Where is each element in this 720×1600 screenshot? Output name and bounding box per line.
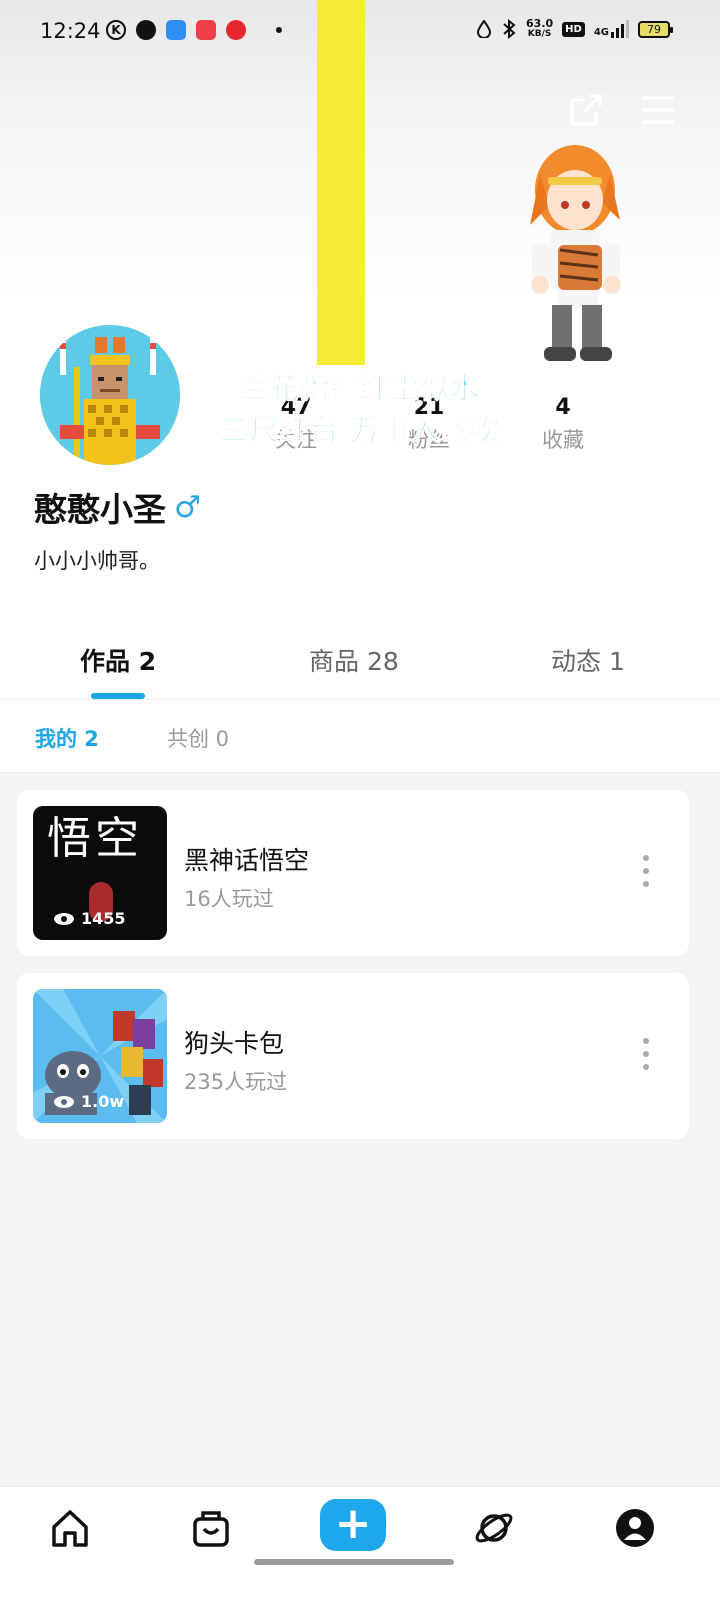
work-title: 黑神话悟空 (184, 846, 310, 875)
eye-icon (54, 912, 74, 925)
home-indicator (254, 1559, 454, 1565)
view-count-value: 1.0w (81, 1092, 125, 1111)
wechat-icon (136, 20, 156, 40)
shop-bag-icon[interactable] (190, 1507, 232, 1549)
tab-posts[interactable]: 动态 1 (551, 642, 625, 678)
hd-badge: HD (562, 21, 585, 37)
view-count: 1455 (53, 909, 126, 928)
view-count-value: 1455 (81, 909, 126, 928)
network-speed-value: 63.0 (526, 17, 554, 30)
thumbnail-calligraphy: 悟空 (47, 813, 143, 864)
stat-favorites-label: 收藏 (542, 428, 584, 452)
work-play-count: 235人玩过 (184, 1070, 288, 1094)
notification-icons: K (106, 20, 282, 40)
status-bar: 12:24 K 63.0 KB/S HD 4G 79 (0, 0, 720, 64)
battery-icon: 79 (638, 20, 673, 38)
video-app-icon (226, 20, 246, 40)
more-notifications-dot (276, 27, 282, 33)
app-notification-icon (166, 20, 186, 40)
game-app-icon (196, 20, 216, 40)
male-gender-icon: ♂ (174, 489, 201, 525)
works-subtabs: 我的 2 共创 0 (0, 701, 720, 773)
eye-icon (54, 1095, 74, 1108)
stat-favorites[interactable]: 4 收藏 (513, 395, 613, 454)
home-icon[interactable] (49, 1507, 91, 1549)
work-thumbnail[interactable]: 1.0w (33, 989, 167, 1123)
stat-favorites-count: 4 (555, 395, 571, 420)
share-icon[interactable] (566, 90, 606, 130)
overlay-lyric-line-2: 三尺红台 万事入歌吹 (219, 413, 501, 448)
menu-icon[interactable] (638, 90, 678, 130)
work-card[interactable]: 悟空 1455 黑神话悟空 16人玩过 (17, 790, 689, 956)
subtab-cocreate[interactable]: 共创 0 (167, 723, 229, 753)
cell-label: 4G (593, 27, 609, 38)
bluetooth-icon (503, 19, 516, 39)
overlay-lyric-line-1: 兰花指捻红尘似水 (239, 371, 480, 406)
k-app-icon: K (106, 20, 126, 40)
tab-works[interactable]: 作品 2 (80, 642, 156, 678)
data-saver-icon (477, 20, 492, 38)
profile-tabs: 作品 2 商品 28 动态 1 (0, 620, 720, 700)
work-play-count: 16人玩过 (184, 887, 274, 911)
profile-name-row: 憨憨小圣 ♂ (34, 483, 201, 531)
profile-name: 憨憨小圣 (34, 490, 166, 529)
status-time: 12:24 (40, 19, 101, 43)
work-title: 狗头卡包 (184, 1029, 285, 1058)
view-count: 1.0w (53, 1092, 124, 1111)
planet-icon[interactable] (473, 1507, 515, 1549)
more-options-icon[interactable] (641, 855, 651, 893)
profile-bio: 小小小帅哥。 (34, 549, 160, 573)
work-card[interactable]: 1.0w 狗头卡包 235人玩过 (17, 973, 689, 1139)
character-illustration (530, 145, 621, 361)
subtab-mine[interactable]: 我的 2 (35, 723, 99, 753)
work-thumbnail[interactable]: 悟空 1455 (33, 806, 167, 940)
more-options-icon[interactable] (641, 1038, 651, 1076)
bottom-navigation: + (0, 1486, 720, 1600)
create-button[interactable]: + (320, 1499, 386, 1551)
system-status-icons: 63.0 KB/S HD 4G 79 (476, 18, 673, 40)
avatar-pixel-art (40, 325, 180, 465)
tab-goods[interactable]: 商品 28 (309, 642, 399, 678)
profile-icon[interactable] (614, 1507, 656, 1549)
avatar[interactable] (40, 325, 180, 465)
network-speed: 63.0 KB/S (526, 18, 553, 40)
active-tab-indicator (91, 693, 145, 699)
network-speed-unit: KB/S (527, 29, 552, 39)
signal-icon: 4G (594, 20, 629, 38)
